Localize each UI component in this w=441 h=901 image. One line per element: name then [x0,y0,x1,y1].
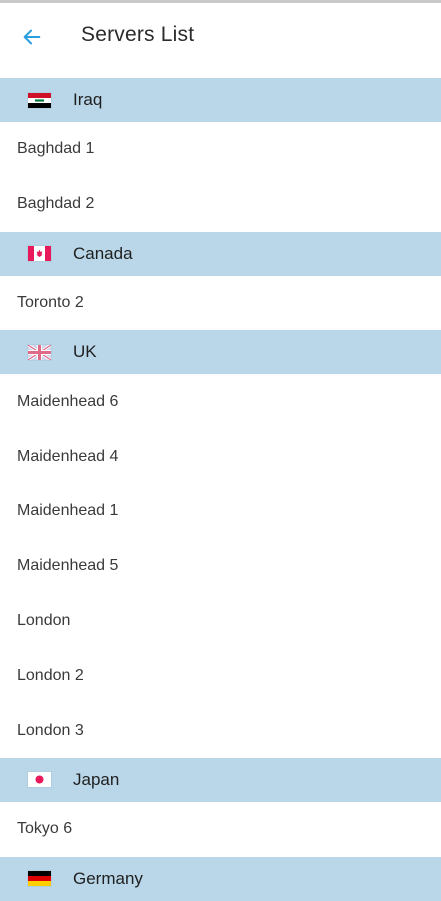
group-country-name: UK [73,342,97,362]
server-item[interactable]: Maidenhead 6 [0,374,441,429]
server-item[interactable]: Maidenhead 5 [0,539,441,594]
group-header-japan: Japan [0,757,441,802]
server-item[interactable]: Maidenhead 1 [0,484,441,539]
page-title: Servers List [81,23,195,46]
server-item[interactable]: London 3 [0,703,441,758]
server-item[interactable]: Tokyo 6 [0,802,441,857]
group-country-name: Japan [73,769,120,789]
group-header-germany: Germany [0,856,441,901]
germany-flag-icon [28,871,51,887]
server-item[interactable]: London [0,594,441,649]
group-header-uk: UK [0,330,441,375]
uk-flag-icon [28,344,51,360]
server-item[interactable]: Toronto 2 [0,276,441,331]
server-item[interactable]: Baghdad 1 [0,122,441,177]
group-country-name: Canada [73,243,133,263]
group-header-iraq: Iraq [0,78,441,122]
japan-flag-icon [28,772,51,788]
group-country-name: Germany [73,868,143,888]
canada-flag-icon [28,246,51,262]
server-item[interactable]: London 2 [0,648,441,703]
arrow-left-icon [23,29,41,45]
iraq-flag-icon [28,92,51,108]
group-country-name: Iraq [73,90,103,109]
server-item[interactable]: Maidenhead 4 [0,429,441,484]
app-bar: Servers List [0,3,441,69]
group-header-canada: Canada [0,231,441,276]
server-item[interactable]: Baghdad 2 [0,177,441,232]
servers-list: Iraq Baghdad 1 Baghdad 2 Canada Toronto … [0,78,441,901]
back-button[interactable] [10,15,54,59]
